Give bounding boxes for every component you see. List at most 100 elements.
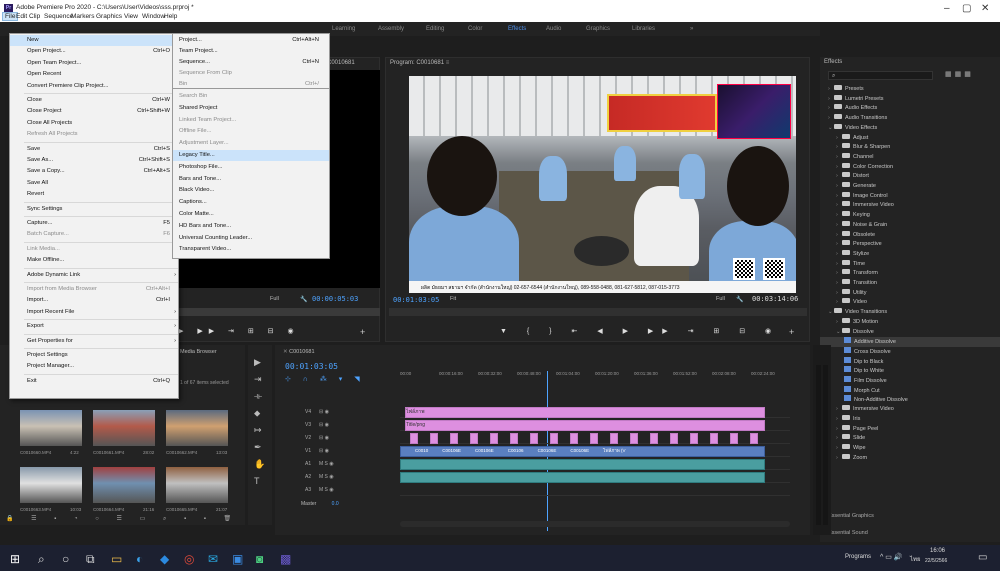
file-menu-item[interactable]: Close Ctrl+W <box>10 95 180 106</box>
new-submenu-item[interactable]: Captions... <box>173 197 329 208</box>
razor-tool-icon[interactable]: ⬥ <box>254 408 260 419</box>
effects-tab[interactable]: Effects <box>820 57 1000 68</box>
effects-tree-item[interactable]: › Presets <box>820 85 1000 95</box>
menu-clip[interactable]: Clip <box>29 13 40 20</box>
effects-tree-item[interactable]: › Lumetri Presets <box>820 94 1000 105</box>
program-res-dropdown[interactable]: Full <box>716 296 725 302</box>
effects-tree-item[interactable]: ⌄ Video Effects <box>820 123 1000 134</box>
file-menu-item[interactable]: Sync Settings› <box>10 204 180 215</box>
clip-thumbnail[interactable] <box>166 467 228 503</box>
program-wrench-icon[interactable]: 🔧 <box>736 296 743 303</box>
file-menu-item[interactable]: Save a Copy... Ctrl+Alt+S <box>10 166 180 177</box>
file-menu-item[interactable]: Revert <box>10 189 180 200</box>
file-menu-item[interactable]: New› <box>10 35 180 46</box>
effects-tree-item[interactable]: › Audio Transitions <box>820 114 1000 124</box>
programs-label[interactable]: Programs <box>845 554 871 560</box>
effects-tree-item[interactable]: › Channel <box>820 152 1000 163</box>
new-submenu-item[interactable]: Photoshop File... <box>173 162 329 173</box>
track-lane[interactable] <box>400 485 790 496</box>
media-browser-tab[interactable]: Media Browser <box>180 349 217 355</box>
program-transport-controls[interactable]: ▼ { } ⇤ ◀ ▶ ▶▶ ⇥ ⊞ ⊟ ◉ <box>500 327 780 335</box>
new-submenu-item[interactable]: Sequence... Ctrl+N <box>173 57 329 68</box>
task-view-icon[interactable]: ⧉ <box>86 552 95 567</box>
effects-tree-item[interactable]: › Immersive Video <box>820 201 1000 211</box>
clip-thumbnail[interactable] <box>20 467 82 503</box>
graphic-clip-v2[interactable] <box>570 433 578 444</box>
effects-tree-item[interactable]: Dip to Black <box>820 356 1000 367</box>
workspace-tab-editing[interactable]: Editing <box>426 26 444 32</box>
effects-tree-item[interactable]: › Audio Effects <box>820 104 1000 114</box>
chrome-icon[interactable]: ◎ <box>184 552 194 566</box>
track-controls[interactable]: ⊟ ◉ <box>319 422 329 428</box>
source-timecode[interactable]: 00:00:05:03 <box>312 295 358 303</box>
new-submenu-item[interactable]: Linked Team Project... <box>173 115 329 126</box>
new-submenu-item[interactable]: Color Matte... <box>173 209 329 220</box>
slip-tool-icon[interactable]: ↦ <box>254 425 262 436</box>
effects-filter-icons[interactable]: ▦▦▦ <box>945 70 974 78</box>
clock-date[interactable]: 22/5/2566 <box>925 558 947 564</box>
file-menu-item[interactable]: Save As... Ctrl+Shift+S <box>10 155 180 166</box>
effects-tree-item[interactable]: Film Dissolve <box>820 376 1000 386</box>
track-label[interactable]: V3 <box>305 422 311 428</box>
effects-tree-item[interactable]: › Video <box>820 298 1000 308</box>
effects-tree-item[interactable]: ⌄ Video Transitions <box>820 308 1000 318</box>
track-controls[interactable]: M S ◉ <box>319 461 334 467</box>
graphic-clip-v2[interactable] <box>590 433 598 444</box>
graphic-clip-v2[interactable] <box>730 433 738 444</box>
program-fit-dropdown[interactable]: Fit <box>450 296 456 302</box>
file-explorer-icon[interactable]: ▭ <box>111 552 122 566</box>
new-submenu-item[interactable]: Black Video... <box>173 185 329 196</box>
cortana-icon[interactable]: ○ <box>62 552 69 566</box>
new-submenu-item[interactable]: Adjustment Layer... <box>173 138 329 149</box>
clip-thumbnail[interactable] <box>166 410 228 446</box>
graphic-clip-v2[interactable] <box>750 433 758 444</box>
effects-tree-item[interactable]: › Keying <box>820 211 1000 221</box>
source-transport-controls[interactable]: ▶ ▶▶ ⇥ ⊞ ⊟ ◉ <box>178 327 300 335</box>
effects-tree-item[interactable]: › Wipe <box>820 443 1000 454</box>
track-label[interactable]: A2 <box>305 474 311 480</box>
effects-tree-item[interactable]: › Transition <box>820 279 1000 289</box>
new-submenu-item[interactable]: Offline File... <box>173 126 329 137</box>
effects-tree-item[interactable]: › Slide <box>820 434 1000 444</box>
timeline-zoom-scroll[interactable] <box>400 521 790 527</box>
effects-tree-item[interactable]: › Utility <box>820 288 1000 299</box>
audio-clip-a1[interactable] <box>400 459 765 470</box>
source-add-button[interactable]: + <box>360 327 365 337</box>
clip-thumbnail[interactable] <box>20 410 82 446</box>
track-label[interactable]: A1 <box>305 461 311 467</box>
maximize-button[interactable]: ▢ <box>962 3 971 14</box>
program-monitor-tab[interactable]: Program: C0010681 ≡ <box>386 58 809 69</box>
file-menu-item[interactable]: Open Recent› <box>10 69 180 80</box>
graphic-clip-v2[interactable] <box>490 433 498 444</box>
file-menu-item[interactable]: Capture... F5 <box>10 218 180 229</box>
workspace-tab-effects[interactable]: Effects <box>508 26 526 32</box>
graphic-clip-v2[interactable] <box>650 433 658 444</box>
graphic-clip-v2[interactable] <box>550 433 558 444</box>
file-menu-item[interactable]: Get Properties for › <box>10 336 180 347</box>
effects-tree-item[interactable]: › Color Correction <box>820 162 1000 173</box>
graphic-clip-v2[interactable] <box>530 433 538 444</box>
new-submenu-item[interactable]: Sequence From Clip <box>173 68 329 79</box>
effects-tree-item[interactable]: › Noise & Grain <box>820 220 1000 231</box>
clock-time[interactable]: 16:06 <box>930 548 945 554</box>
file-menu-item[interactable]: Close All Projects <box>10 118 180 129</box>
graphic-clip-v2[interactable] <box>690 433 698 444</box>
track-controls[interactable]: ⊟ ◉ <box>319 448 329 454</box>
workspace-tab-x[interactable]: » <box>690 26 693 32</box>
program-video-frame[interactable]: ผลิต มัธยมฯ สยามฯ จำกัด (สำนักงานใหญ่) 0… <box>409 76 796 293</box>
effects-tree-item[interactable]: › Image Control <box>820 191 1000 202</box>
effects-tree-item[interactable]: Morph Cut <box>820 385 1000 396</box>
workspace-tab-learning[interactable]: Learning <box>332 26 355 32</box>
new-submenu-item[interactable]: Bars and Tone... <box>173 174 329 185</box>
program-add-button[interactable]: + <box>789 327 794 337</box>
effects-tree-item[interactable]: Dip to White <box>820 366 1000 376</box>
new-submenu-item[interactable]: Universal Counting Leader... <box>173 233 329 244</box>
file-menu-item[interactable]: Adobe Dynamic Link › <box>10 270 180 281</box>
graphic-clip-v2[interactable] <box>710 433 718 444</box>
graphic-clip-v2[interactable] <box>450 433 458 444</box>
graphic-clip-v2[interactable] <box>410 433 418 444</box>
workspace-tab-graphics[interactable]: Graphics <box>586 26 610 32</box>
file-menu-item[interactable]: Project Settings <box>10 350 180 361</box>
windows-start-icon[interactable]: ⊞ <box>10 552 20 566</box>
store-icon[interactable]: ◆ <box>160 552 169 566</box>
